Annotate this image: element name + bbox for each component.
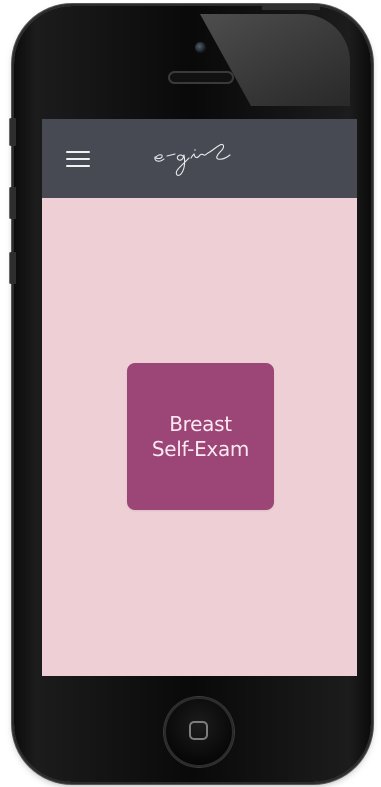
menu-bar-top <box>66 151 90 153</box>
main-content: Breast Self-Exam <box>42 198 357 676</box>
mute-switch <box>9 118 16 146</box>
front-camera <box>195 42 206 53</box>
brand-logo: e-girl <box>154 143 231 176</box>
app-screen: e-girl Breast Self-Exam <box>42 119 357 676</box>
home-square-icon <box>189 721 208 740</box>
volume-down-button <box>9 252 16 284</box>
menu-bar-middle <box>66 158 90 160</box>
home-button[interactable] <box>164 697 234 767</box>
tile-label-line-2: Self-Exam <box>151 436 250 461</box>
glass-reflection <box>200 14 350 106</box>
hamburger-menu-icon[interactable] <box>64 147 94 169</box>
tile-label-line-1: Breast <box>169 411 232 436</box>
earpiece-speaker <box>168 71 234 84</box>
device-mockup: e-girl Breast Self-Exam <box>0 0 381 787</box>
volume-up-button <box>9 187 16 219</box>
power-button <box>262 4 320 10</box>
menu-bar-bottom <box>66 165 90 167</box>
app-header: e-girl <box>42 119 357 198</box>
breast-self-exam-tile[interactable]: Breast Self-Exam <box>127 363 274 510</box>
